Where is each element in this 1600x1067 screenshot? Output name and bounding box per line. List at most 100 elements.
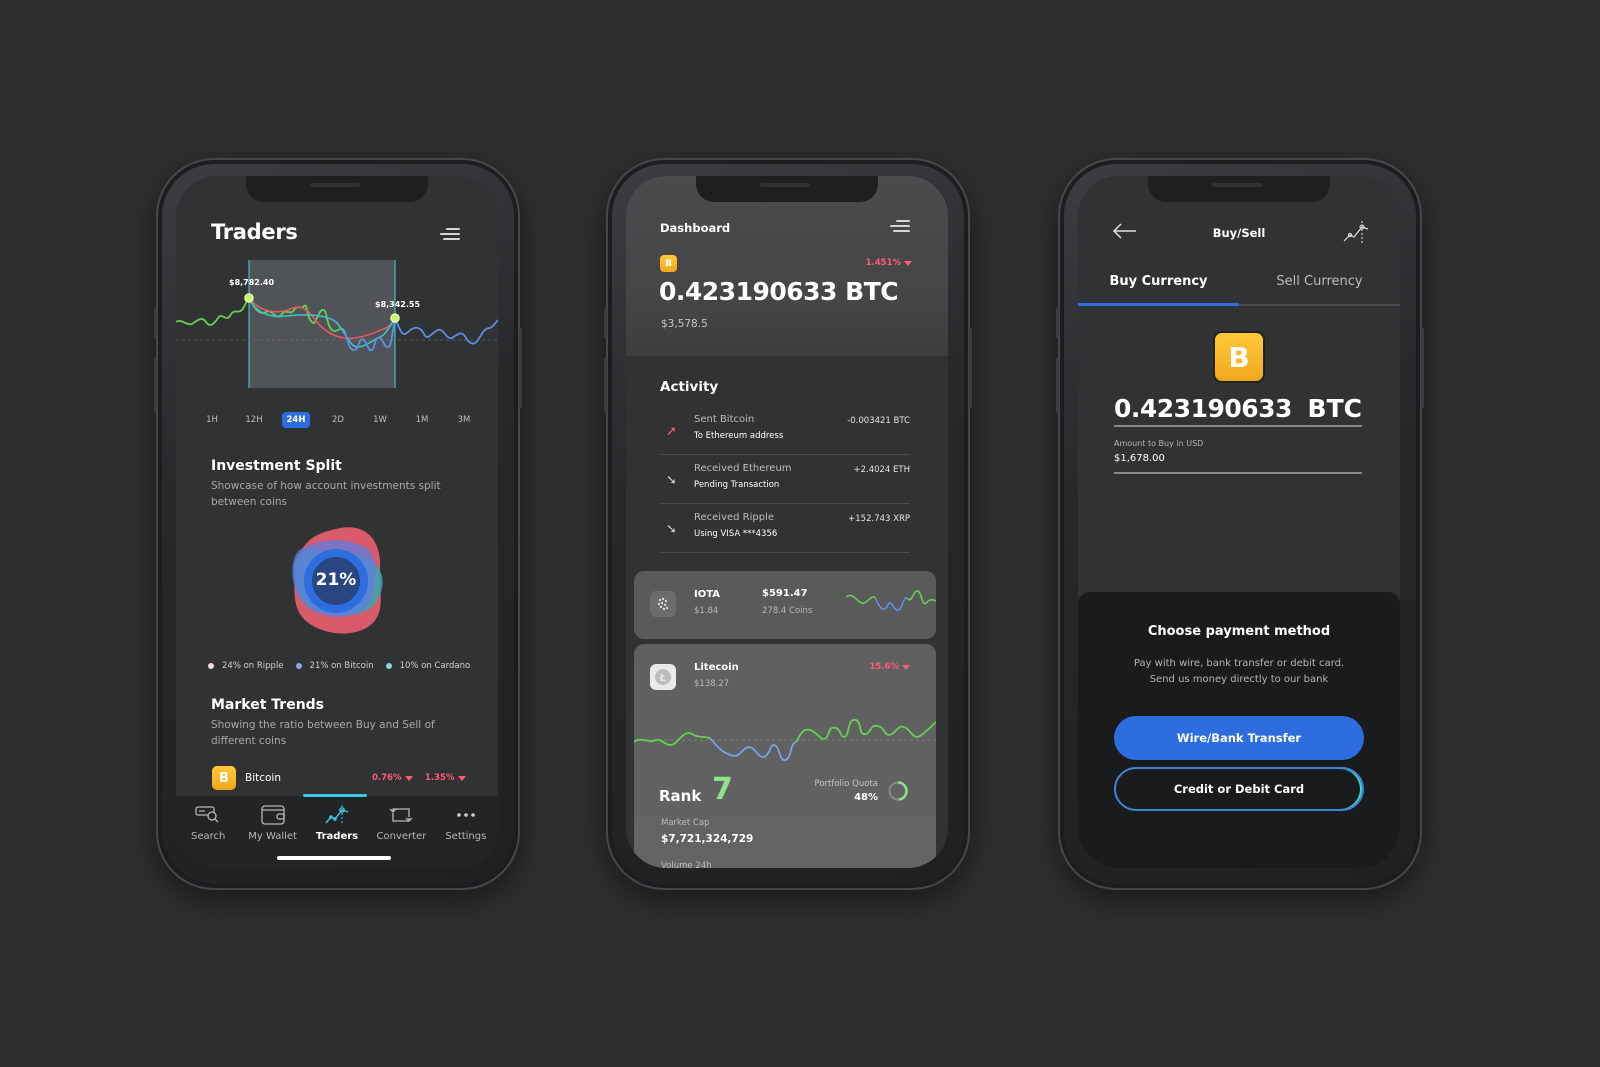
svg-text:Ł: Ł xyxy=(659,673,667,684)
hamburger-menu-icon[interactable] xyxy=(890,220,910,234)
nav-label: Traders xyxy=(315,831,359,842)
btc-amount-field[interactable]: 0.423190633 BTC xyxy=(1114,394,1362,427)
market-cap-value: $7,721,324,729 xyxy=(661,833,754,845)
phone-side-button xyxy=(154,358,157,413)
activity-list: ➚ Sent Bitcoin To Ethereum address -0.00… xyxy=(660,406,910,553)
investment-split-subtitle: Showcase of how account investments spli… xyxy=(211,480,441,508)
btc-currency: BTC xyxy=(1307,394,1362,423)
market-trend-row[interactable]: B Bitcoin 0.76% 1.35% xyxy=(212,766,466,790)
timeframe-1w[interactable]: 1W xyxy=(366,412,394,428)
litecoin-chart[interactable] xyxy=(634,706,936,776)
nav-item-my-wallet[interactable]: My Wallet xyxy=(240,804,304,842)
iota-price: $1.84 xyxy=(694,606,719,616)
bitcoin-icon: B xyxy=(212,766,236,790)
iota-icon xyxy=(650,591,676,617)
buysell-screen: Buy/Sell Buy Currency Sell Currency B 0.… xyxy=(1078,176,1400,868)
litecoin-card[interactable]: Ł Litecoin $138.27 15.6% Rank 7 Portfoli… xyxy=(634,644,936,868)
tab-buy-currency[interactable]: Buy Currency xyxy=(1078,266,1239,306)
activity-subtitle: Using VISA ***4356 xyxy=(694,529,778,539)
legend-label: 24% on Ripple xyxy=(222,661,284,671)
timeframe-2d[interactable]: 2D xyxy=(324,412,352,428)
tab-sell-currency[interactable]: Sell Currency xyxy=(1239,266,1400,304)
home-indicator[interactable] xyxy=(277,856,391,860)
btc-amount: 0.423190633 xyxy=(1114,394,1292,423)
mockup-stage: Traders $8,782.40 $8,342.55 1H 12H 24H 2… xyxy=(0,0,1600,1067)
timeframe-3m[interactable]: 3M xyxy=(450,412,478,428)
payment-method-sheet: Choose payment method Pay with wire, ban… xyxy=(1078,592,1400,868)
payment-subtitle: Pay with wire, bank transfer or debit ca… xyxy=(1078,656,1400,688)
wire-bank-transfer-button[interactable]: Wire/Bank Transfer xyxy=(1114,716,1364,760)
received-arrow-icon: ➘ xyxy=(666,473,677,488)
usd-amount-field[interactable]: $1,678.00 xyxy=(1114,453,1362,474)
timeframe-1h[interactable]: 1H xyxy=(198,412,226,428)
investment-split-visual[interactable]: 21% xyxy=(276,521,396,641)
coin-name: Bitcoin xyxy=(245,772,282,784)
phone-side-button xyxy=(1056,358,1059,413)
page-title: Dashboard xyxy=(660,221,731,235)
phone-side-button xyxy=(604,358,607,413)
timeframe-24h[interactable]: 24H xyxy=(282,412,310,428)
phone-side-button xyxy=(1056,308,1059,338)
iota-sparkline xyxy=(846,590,936,612)
chart-label-end: $8,342.55 xyxy=(375,300,420,309)
activity-item[interactable]: ➚ Sent Bitcoin To Ethereum address -0.00… xyxy=(660,406,910,455)
down-triangle-icon xyxy=(902,664,910,670)
received-arrow-icon: ➘ xyxy=(666,522,677,537)
activity-item[interactable]: ➘ Received Ripple Using VISA ***4356 +15… xyxy=(660,504,910,553)
change-1: 0.76% xyxy=(372,773,413,783)
iota-name: IOTA xyxy=(694,589,721,600)
litecoin-change: 15.6% xyxy=(870,662,910,672)
nav-item-converter[interactable]: Converter xyxy=(369,804,433,842)
activity-item[interactable]: ➘ Received Ethereum Pending Transaction … xyxy=(660,455,910,504)
bitcoin-icon: B xyxy=(1213,331,1265,383)
activity-title-text: Received Ethereum xyxy=(694,463,792,474)
payment-subtitle-line: Send us money directly to our bank xyxy=(1149,674,1329,685)
nav-item-traders[interactable]: Traders xyxy=(305,804,369,842)
timeframe-1m[interactable]: 1M xyxy=(408,412,436,428)
chart-point-end[interactable] xyxy=(390,313,400,323)
market-trends-subtitle: Showing the ratio between Buy and Sell o… xyxy=(211,719,435,747)
legend-item-cardano: 10% on Cardano xyxy=(385,661,471,671)
balance-change: 1.451% xyxy=(866,258,912,268)
chart-line-icon[interactable] xyxy=(1342,220,1370,244)
payment-title: Choose payment method xyxy=(1147,624,1331,639)
portfolio-quota-ring xyxy=(888,781,908,801)
credit-debit-card-button[interactable]: Credit or Debit Card xyxy=(1114,767,1364,811)
nav-item-search[interactable]: Search xyxy=(176,804,240,842)
balance-usd: $3,578.5 xyxy=(661,318,708,330)
more-dots-icon xyxy=(457,813,475,817)
market-trends-title: Market Trends xyxy=(211,697,325,713)
volume-label: Volume 24h xyxy=(661,861,712,868)
nav-label: Search xyxy=(191,831,226,842)
activity-title-text: Sent Bitcoin xyxy=(694,414,755,425)
investment-split-title: Investment Split xyxy=(211,458,342,474)
wallet-icon xyxy=(260,805,285,825)
activity-value: -0.003421 BTC xyxy=(847,416,910,426)
chart-line-icon xyxy=(325,805,349,825)
activity-value: +2.4024 ETH xyxy=(853,465,910,475)
timeframe-12h[interactable]: 12H xyxy=(240,412,268,428)
legend-label: 10% on Cardano xyxy=(399,661,471,671)
chart-label-start: $8,782.40 xyxy=(229,278,274,287)
phone-buysell: Buy/Sell Buy Currency Sell Currency B 0.… xyxy=(1056,158,1424,890)
iota-value: $591.47 xyxy=(762,588,808,599)
traders-screen: Traders $8,782.40 $8,342.55 1H 12H 24H 2… xyxy=(176,176,498,868)
iota-card[interactable]: IOTA $1.84 $591.47 278.4 Coins xyxy=(634,571,936,639)
price-chart[interactable]: $8,782.40 $8,342.55 xyxy=(176,256,498,391)
phone-dashboard: Dashboard B 1.451% 0.423190633 BTC $3,57… xyxy=(604,158,972,890)
split-legend: 24% on Ripple 21% on Bitcoin 10% on Card… xyxy=(208,661,470,671)
series-green xyxy=(176,297,250,326)
nav-label: Settings xyxy=(445,831,487,842)
portfolio-quota-label: Portfolio Quota xyxy=(814,779,879,789)
nav-item-settings[interactable]: Settings xyxy=(434,804,498,842)
activity-subtitle: To Ethereum address xyxy=(694,431,784,441)
payment-subtitle-line: Pay with wire, bank transfer or debit ca… xyxy=(1133,658,1345,669)
phone-side-button xyxy=(1421,328,1424,408)
phone-side-button xyxy=(969,328,972,408)
hamburger-menu-icon[interactable] xyxy=(440,228,460,242)
legend-item-ripple: 24% on Ripple xyxy=(208,661,284,671)
chart-point-start[interactable] xyxy=(244,293,254,303)
sent-arrow-icon: ➚ xyxy=(666,424,677,439)
down-triangle-icon xyxy=(457,775,466,781)
phone-side-button xyxy=(154,308,157,338)
